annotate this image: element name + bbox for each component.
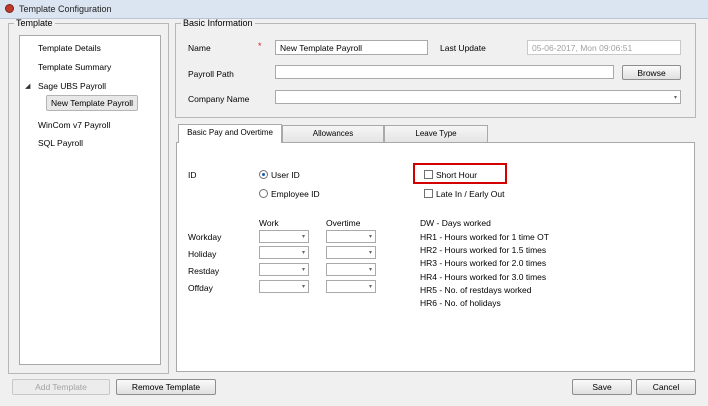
combo-arrow-icon: ▾ [301,267,305,273]
tree-item-sage-ubs-payroll[interactable]: Sage UBS Payroll [38,81,106,91]
row-label-restday: Restday [188,266,220,276]
employee-id-label: Employee ID [271,189,320,199]
last-update-label: Last Update [440,43,486,53]
payroll-path-label: Payroll Path [188,69,234,79]
tab-leave-type[interactable]: Leave Type [384,125,488,142]
tree-item-template-summary[interactable]: Template Summary [38,62,111,72]
tab-allowances[interactable]: Allowances [282,125,384,142]
holiday-work-dropdown[interactable]: ▾ [259,246,309,259]
legend-line: DW - Days worked [420,218,491,228]
remove-template-button[interactable]: Remove Template [116,379,216,395]
legend-line: HR3 - Hours worked for 2.0 times [420,258,547,268]
browse-button[interactable]: Browse [622,65,681,80]
name-field[interactable]: New Template Payroll [275,40,428,55]
user-id-radio[interactable] [259,170,268,179]
app-icon [5,4,14,13]
required-mark: * [258,41,262,51]
tree-item-sql-payroll[interactable]: SQL Payroll [38,138,83,148]
window-title: Template Configuration [19,4,112,14]
legend-line: HR6 - No. of holidays [420,298,501,308]
legend-line: HR2 - Hours worked for 1.5 times [420,245,547,255]
tree-item-label: Template Summary [38,62,112,72]
template-group-legend: Template [16,18,53,28]
basic-information-legend: Basic Information [183,18,253,28]
restday-work-dropdown[interactable]: ▾ [259,263,309,276]
row-label-holiday: Holiday [188,249,217,259]
combo-arrow-icon: ▾ [301,234,305,240]
highlight-box [413,163,507,184]
row-label-workday: Workday [188,232,222,242]
payroll-path-field[interactable] [275,65,614,79]
combo-arrow-icon: ▾ [368,284,372,290]
work-header: Work [259,218,279,228]
expand-arrow-icon[interactable]: ◢ [25,82,30,90]
legend-line: HR4 - Hours worked for 3.0 times [420,272,547,282]
row-label-offday: Offday [188,283,213,293]
combo-arrow-icon: ▾ [368,234,372,240]
add-template-button[interactable]: Add Template [12,379,110,395]
combo-arrow-icon: ▾ [368,250,372,256]
template-tree[interactable]: Template Details Template Summary ◢ Sage… [19,35,161,365]
tree-item-label: Template Details [38,43,101,53]
combo-arrow-icon: ▾ [673,95,677,101]
tree-item-label: Sage UBS Payroll [38,81,107,91]
cancel-button[interactable]: Cancel [636,379,696,395]
tree-item-wincom-v7-payroll[interactable]: WinCom v7 Payroll [38,120,110,130]
offday-overtime-dropdown[interactable]: ▾ [326,280,376,293]
title-bar: Template Configuration [0,0,708,19]
holiday-overtime-dropdown[interactable]: ▾ [326,246,376,259]
tree-item-label: WinCom v7 Payroll [38,120,111,130]
combo-arrow-icon: ▾ [301,250,305,256]
company-name-combo[interactable]: ▾ [275,90,681,104]
tree-item-template-details[interactable]: Template Details [38,43,101,53]
workday-work-dropdown[interactable]: ▾ [259,230,309,243]
combo-arrow-icon: ▾ [301,284,305,290]
save-button[interactable]: Save [572,379,632,395]
restday-overtime-dropdown[interactable]: ▾ [326,263,376,276]
tree-item-label: New Template Payroll [51,98,134,108]
id-label: ID [188,170,197,180]
tab-basic-pay-and-overtime[interactable]: Basic Pay and Overtime [178,124,282,143]
overtime-header: Overtime [326,218,361,228]
legend-line: HR5 - No. of restdays worked [420,285,532,295]
legend-line: HR1 - Hours worked for 1 time OT [420,232,549,242]
employee-id-radio[interactable] [259,189,268,198]
tree-item-new-template-payroll[interactable]: New Template Payroll [46,95,139,111]
late-in-checkbox[interactable] [424,189,433,198]
company-name-label: Company Name [188,94,250,104]
combo-arrow-icon: ▾ [368,267,372,273]
name-label: Name [188,43,211,53]
workday-overtime-dropdown[interactable]: ▾ [326,230,376,243]
last-update-field: 05-06-2017, Mon 09:06:51 [527,40,681,55]
user-id-label: User ID [271,170,300,180]
tree-item-label: SQL Payroll [38,138,84,148]
offday-work-dropdown[interactable]: ▾ [259,280,309,293]
late-in-label: Late In / Early Out [436,189,505,199]
